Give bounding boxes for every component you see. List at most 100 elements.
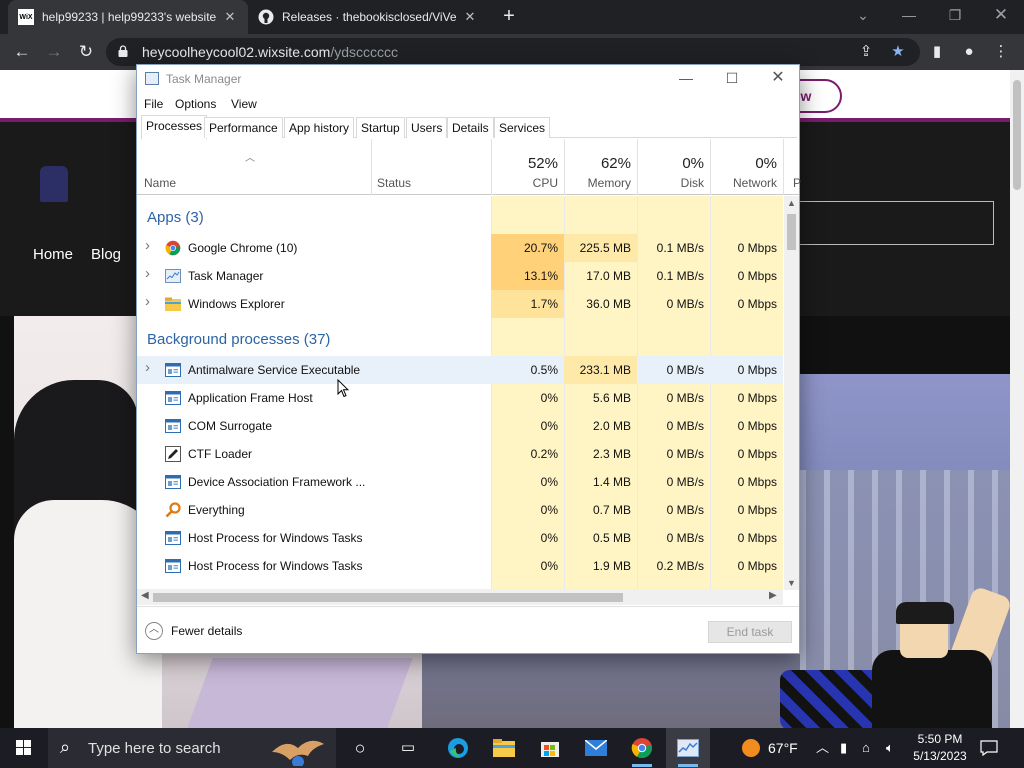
task-manager-titlebar[interactable]: Task Manager — ☐ ✕ — [137, 65, 799, 93]
process-row[interactable]: Device Association Framework ... 0% 1.4 MB… — [137, 468, 783, 496]
tab-performance[interactable]: Performance — [204, 117, 283, 138]
browser-tab-wix[interactable]: WiX help99233 | help99233's website ✕ — [8, 0, 248, 34]
expand-chevron-icon[interactable]: › — [145, 237, 150, 254]
minimize-window-button[interactable]: — — [886, 0, 932, 30]
restore-window-button[interactable]: ❐ — [932, 0, 978, 30]
address-bar[interactable]: heycoolheycool02.wixsite.com/ydscccccc — [106, 38, 920, 66]
hscroll-thumb[interactable] — [153, 593, 623, 602]
url-path: /ydscccccc — [330, 44, 399, 60]
mail-icon[interactable] — [574, 728, 618, 768]
process-row[interactable]: › Google Chrome (10) 20.7% 225.5 MB 0.1 MB/s… — [137, 234, 783, 262]
process-row[interactable]: › Antimalware Service Executable 0.5% 233.1… — [137, 356, 783, 384]
vscroll-thumb[interactable] — [787, 214, 796, 250]
process-row[interactable]: COM Surrogate 0% 2.0 MB 0 MB/s 0 Mbps — [137, 412, 783, 440]
service-icon — [165, 558, 181, 574]
tab-processes[interactable]: Processes — [141, 115, 208, 139]
tab-search-icon[interactable]: ⌄ — [840, 0, 886, 30]
process-row[interactable]: › Task Manager 13.1% 17.0 MB 0.1 MB/s 0 Mbps — [137, 262, 783, 290]
process-list: Apps (3) › Google Chrome (10) 20.7% 225.5 M… — [137, 196, 783, 590]
store-icon[interactable] — [528, 728, 572, 768]
tab-bar: Processes Performance App history Startu… — [141, 115, 797, 139]
tab-services[interactable]: Services — [494, 117, 551, 138]
lock-icon — [118, 45, 128, 57]
expand-chevron-icon[interactable]: › — [145, 293, 150, 310]
menu-file[interactable]: File — [144, 97, 163, 111]
cortana-icon[interactable]: ○ — [338, 728, 382, 768]
browser-tab-github[interactable]: Releases · thebookisclosed/ViVe ✕ — [248, 0, 488, 34]
scroll-right-arrow-icon[interactable]: ▶ — [769, 590, 777, 601]
column-power-partial[interactable]: P — [783, 139, 801, 195]
expand-chevron-icon[interactable]: › — [145, 359, 150, 376]
chevron-up-circle-icon[interactable]: ︿ — [145, 622, 163, 640]
column-name[interactable]: Name — [144, 176, 176, 190]
process-list-hscrollbar[interactable]: ◀ ▶ — [137, 589, 783, 605]
column-network[interactable]: 0% Network — [710, 139, 783, 195]
process-row[interactable]: Application Frame Host 0% 5.6 MB 0 MB/s 0 Mb… — [137, 384, 783, 412]
browser-tab-strip: WiX help99233 | help99233's website ✕ Re… — [0, 0, 1024, 34]
start-button[interactable] — [0, 728, 48, 768]
site-nav-blog[interactable]: Blog — [91, 246, 121, 263]
forward-button[interactable]: → — [42, 40, 66, 64]
close-button[interactable]: ✕ — [755, 65, 801, 93]
site-search-box[interactable] — [790, 201, 994, 245]
notifications-icon[interactable] — [980, 728, 1002, 768]
process-row[interactable]: › Windows Explorer 1.7% 36.0 MB 0 MB/s 0 Mbps — [137, 290, 783, 318]
tab-app-history[interactable]: App history — [284, 117, 355, 138]
column-divider[interactable] — [371, 139, 372, 195]
chrome-taskbar-icon[interactable] — [620, 728, 664, 768]
fewer-details-link[interactable]: Fewer details — [171, 624, 242, 638]
show-hidden-icons-chevron-icon[interactable]: ︿ — [816, 728, 829, 768]
windows-taskbar: ⌕ Type here to search ○ ▭ 67°F ︿ ▮ ⌂ 🔈︎ … — [0, 728, 1024, 768]
service-icon — [165, 474, 181, 490]
weather-temp[interactable]: 67°F — [768, 728, 798, 768]
task-manager-taskbar-icon[interactable] — [666, 728, 710, 768]
back-button[interactable]: ← — [10, 40, 34, 64]
side-panel-icon[interactable]: ▮ — [926, 42, 948, 62]
column-disk[interactable]: 0% Disk — [637, 139, 710, 195]
close-tab-icon[interactable]: ✕ — [462, 9, 478, 25]
process-row[interactable]: Everything 0% 0.7 MB 0 MB/s 0 Mbps — [137, 496, 783, 524]
new-tab-button[interactable]: + — [499, 6, 519, 26]
battery-icon[interactable]: ▮ — [840, 728, 847, 768]
menu-options[interactable]: Options — [175, 97, 216, 111]
end-task-button[interactable]: End task — [708, 621, 792, 643]
profile-icon[interactable]: ● — [958, 42, 980, 62]
tab-users[interactable]: Users — [406, 117, 448, 138]
reload-button[interactable]: ↻ — [74, 40, 98, 64]
page-scrollbar[interactable] — [1010, 70, 1024, 728]
taskbar-clock[interactable]: 5:50 PM 5/13/2023 — [906, 731, 974, 765]
process-row[interactable]: Host Process for Windows Tasks 0% 1.9 MB 0.… — [137, 552, 783, 580]
weather-sun-icon[interactable] — [740, 728, 764, 768]
taskbar-search-box[interactable]: ⌕ Type here to search — [48, 728, 336, 768]
network-icon[interactable]: ⌂ — [862, 728, 870, 768]
edge-icon[interactable] — [436, 728, 480, 768]
chrome-menu-icon[interactable]: ⋮ — [990, 42, 1012, 62]
process-row[interactable]: CTF Loader 0.2% 2.3 MB 0 MB/s 0 Mbps — [137, 440, 783, 468]
column-cpu[interactable]: 52% CPU — [491, 139, 564, 195]
tab-details[interactable]: Details — [447, 117, 494, 138]
page-scrollbar-thumb[interactable] — [1013, 80, 1021, 190]
share-icon[interactable]: ⇪ — [855, 42, 877, 62]
task-view-icon[interactable]: ▭ — [386, 728, 430, 768]
minimize-button[interactable]: — — [663, 65, 709, 93]
bookmark-star-icon[interactable]: ★ — [887, 42, 909, 62]
github-icon — [258, 9, 274, 25]
tab-startup[interactable]: Startup — [356, 117, 405, 138]
menu-view[interactable]: View — [231, 97, 257, 111]
network-value: 0 Mbps — [710, 356, 783, 384]
column-status[interactable]: Status — [377, 176, 411, 190]
process-list-vscrollbar[interactable]: ▲ ▼ — [784, 196, 799, 590]
close-tab-icon[interactable]: ✕ — [222, 9, 238, 25]
maximize-button[interactable]: ☐ — [709, 65, 755, 93]
column-memory[interactable]: 62% Memory — [564, 139, 637, 195]
site-nav-home[interactable]: Home — [33, 246, 73, 263]
scroll-down-arrow-icon[interactable]: ▼ — [786, 578, 797, 588]
process-row[interactable]: Host Process for Windows Tasks 0% 0.5 MB 0 … — [137, 524, 783, 552]
site-logo[interactable] — [40, 166, 68, 202]
scroll-up-arrow-icon[interactable]: ▲ — [786, 198, 797, 208]
scroll-left-arrow-icon[interactable]: ◀ — [141, 590, 149, 601]
close-window-button[interactable]: ✕ — [978, 0, 1024, 30]
file-explorer-icon[interactable] — [482, 728, 526, 768]
volume-icon[interactable]: 🔈︎ — [886, 728, 894, 768]
expand-chevron-icon[interactable]: › — [145, 265, 150, 282]
